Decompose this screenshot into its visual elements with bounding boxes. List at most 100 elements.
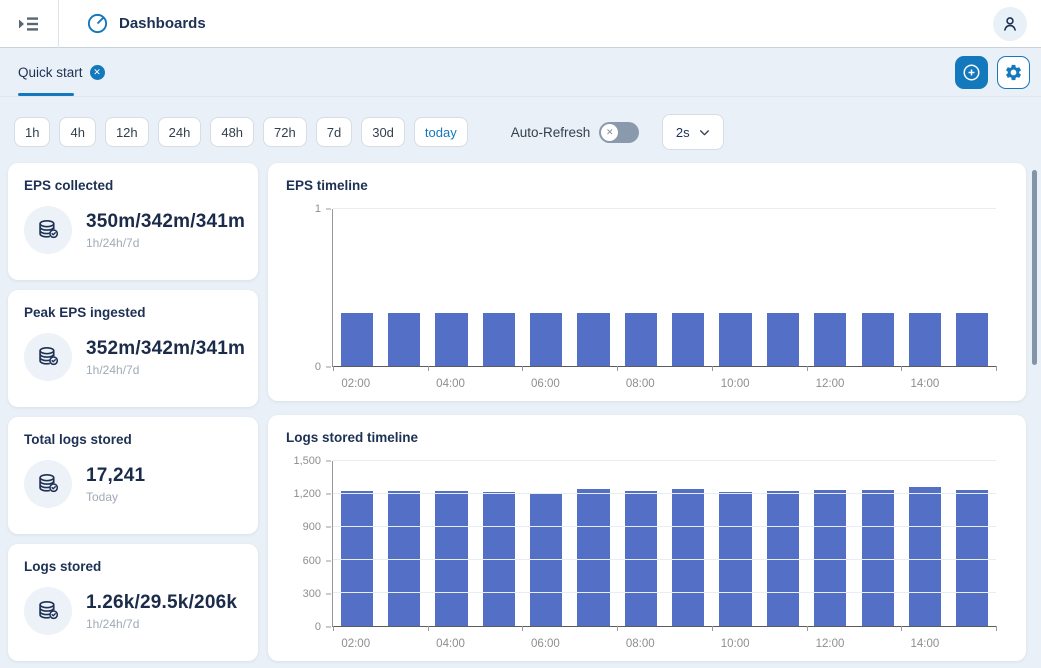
user-icon [999,13,1021,35]
vertical-scrollbar[interactable] [1032,170,1037,365]
x-tick-label: 08:00 [626,638,655,650]
x-tick-label: 12:00 [816,638,845,650]
database-check-icon [24,460,72,508]
x-tick-label: 06:00 [531,638,560,650]
card-logs-stored: Logs stored 1.2 [8,544,258,661]
chart-bar [767,313,799,366]
card-value: 352m/342m/341m [86,338,245,360]
auto-refresh-label: Auto-Refresh [511,125,591,140]
x-tick-label: 06:00 [531,378,560,390]
stat-cards-column: EPS collected 3 [8,163,258,662]
chart-bar [956,490,988,626]
charts-column: EPS timeline 01 02:0004:0006:0008:0010:0… [268,163,1026,662]
card-peak-eps-ingested: Peak EPS ingested [8,290,258,407]
y-tick-label: 0 [315,621,321,633]
chart-bar [909,313,941,366]
auto-refresh-control: Auto-Refresh ✕ [511,122,640,143]
time-range-group: 1h 4h 12h 24h 48h 72h 7d 30d today [14,117,468,147]
database-check-icon [24,333,72,381]
top-bar: Dashboards [0,0,1041,48]
card-total-logs-stored: Total logs stored [8,417,258,534]
y-tick-label: 900 [303,521,321,533]
x-tick-label: 08:00 [626,378,655,390]
x-tick-label: 04:00 [436,638,465,650]
x-tick-label: 14:00 [910,638,939,650]
chart-title: Logs stored timeline [286,430,1008,445]
tab-bar: Quick start ✕ [0,48,1041,97]
card-value: 17,241 [86,465,145,487]
card-subtitle: Today [86,490,145,504]
card-title: Logs stored [24,559,242,574]
chart-bar [435,313,467,366]
chart-bar [577,489,609,626]
card-value: 350m/342m/341m [86,211,245,233]
page-title: Dashboards [119,15,206,32]
eps-timeline-panel: EPS timeline 01 02:0004:0006:0008:0010:0… [268,163,1026,401]
chart-bar [625,313,657,366]
x-tick-label: 14:00 [910,378,939,390]
dashboard-page: Dashboards Quick start ✕ [0,0,1041,668]
chart-bar [909,487,941,626]
chart-bar [719,313,751,366]
card-subtitle: 1h/24h/7d [86,236,245,250]
chart-bar [956,313,988,366]
chart-bar [814,313,846,366]
chevron-down-icon [698,126,711,139]
range-button-72h[interactable]: 72h [263,117,307,147]
card-value: 1.26k/29.5k/206k [86,592,237,614]
app-title: Dashboards [86,12,206,35]
auto-refresh-toggle[interactable]: ✕ [599,122,639,143]
card-subtitle: 1h/24h/7d [86,617,237,631]
database-check-icon [24,587,72,635]
plus-circle-icon [961,62,982,83]
chart-bar [672,489,704,626]
range-button-4h[interactable]: 4h [59,117,95,147]
toggle-off-icon: ✕ [601,124,618,141]
range-button-1h[interactable]: 1h [14,117,50,147]
y-tick-label: 1 [315,203,321,215]
x-tick-label: 04:00 [436,378,465,390]
range-button-30d[interactable]: 30d [361,117,405,147]
gear-icon [1004,63,1023,82]
tab-close-icon[interactable]: ✕ [90,65,105,80]
eps-timeline-chart[interactable]: 0 1 02:00 04:00 06:00 08:00 10:00 12:00 14:00 [286,197,1008,391]
logs-stored-timeline-chart[interactable]: 0 300 600 900 1,200 1,500 02:00 04:00 06:00 08:0… [286,449,1008,651]
database-check-icon [24,206,72,254]
range-button-12h[interactable]: 12h [105,117,149,147]
dashboard-grid: EPS collected 3 [0,163,1041,662]
y-tick-label: 600 [303,555,321,567]
chart-bar [672,313,704,366]
user-avatar[interactable] [993,7,1027,41]
x-tick-label: 10:00 [721,378,750,390]
y-tick-label: 1,200 [293,488,321,500]
tab-label: Quick start [18,65,83,80]
x-tick-label: 02:00 [341,638,370,650]
sidebar-toggle-button[interactable] [0,0,58,47]
y-tick-label: 0 [315,361,321,373]
range-button-48h[interactable]: 48h [210,117,254,147]
chart-bar [577,313,609,366]
x-tick-label: 12:00 [816,378,845,390]
range-button-today[interactable]: today [414,117,468,147]
refresh-interval-select[interactable]: 2s [662,114,724,150]
y-tick-label: 300 [303,588,321,600]
range-button-24h[interactable]: 24h [158,117,202,147]
y-tick-label: 1,500 [293,455,321,467]
card-subtitle: 1h/24h/7d [86,363,245,377]
tab-quick-start[interactable]: Quick start ✕ [18,48,115,96]
chart-bar [862,313,894,366]
x-tick-label: 10:00 [721,638,750,650]
dashboard-settings-button[interactable] [997,56,1030,89]
chart-bar [483,313,515,366]
range-button-7d[interactable]: 7d [316,117,352,147]
chart-bar [862,490,894,626]
time-toolbar: 1h 4h 12h 24h 48h 72h 7d 30d today Auto-Refresh … [0,97,1041,163]
dashboards-logo-icon [86,12,109,35]
card-title: EPS collected [24,178,242,193]
refresh-interval-value: 2s [676,125,690,140]
tab-actions [955,56,1030,89]
add-dashboard-button[interactable] [955,56,988,89]
chart-bar [341,313,373,366]
card-title: Peak EPS ingested [24,305,242,320]
x-tick-label: 02:00 [341,378,370,390]
